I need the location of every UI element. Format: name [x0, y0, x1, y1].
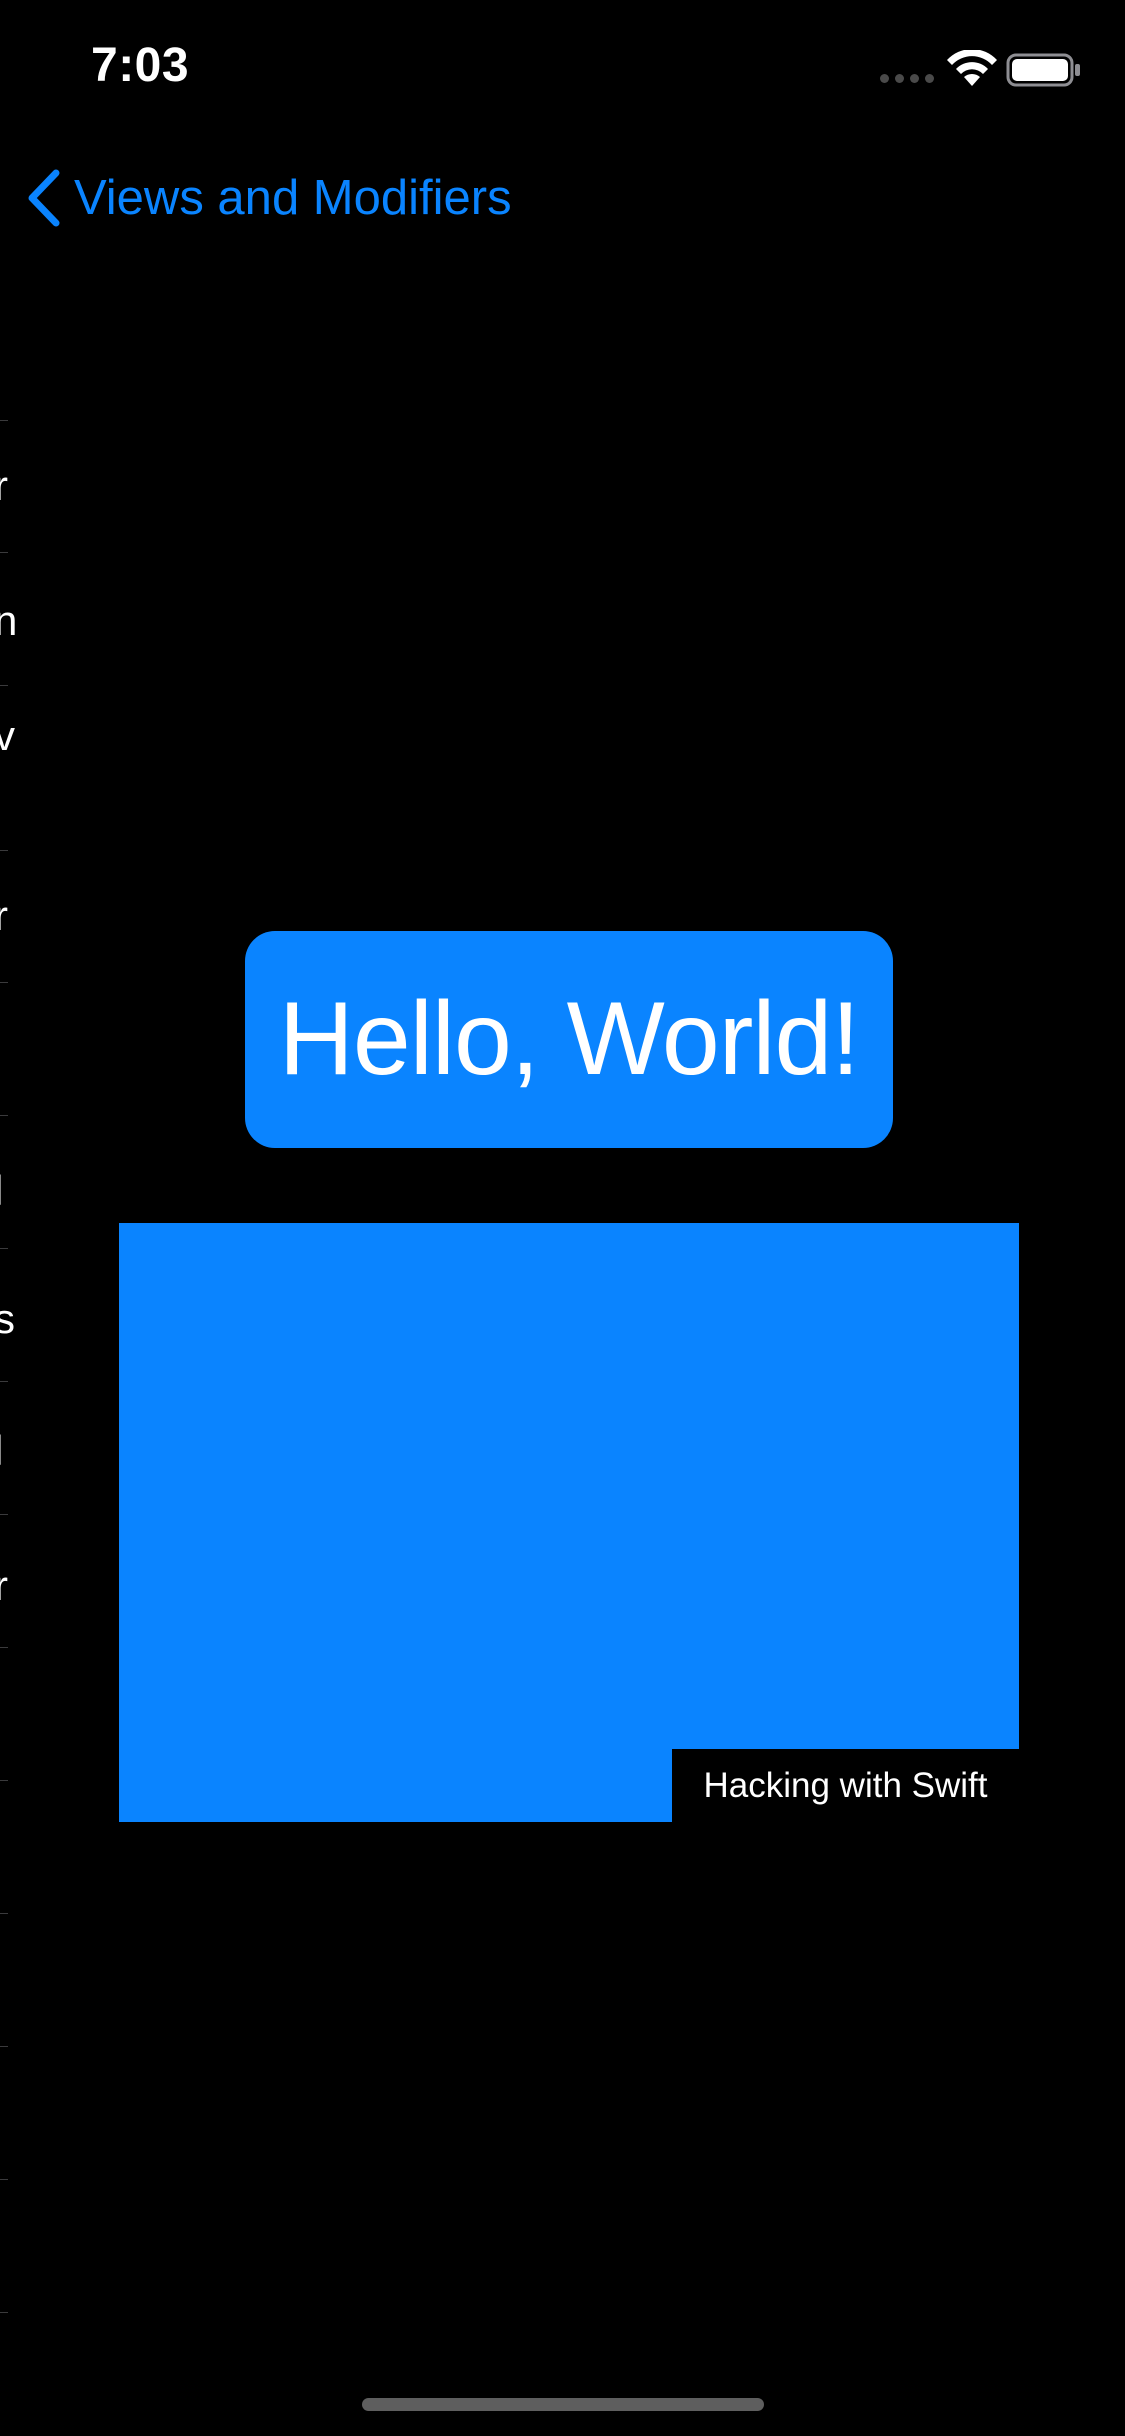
wifi-icon [947, 50, 997, 86]
list-item-fragment: l [0, 1170, 3, 1212]
list-item-fragment: l [0, 1430, 3, 1472]
cellular-signal-icon [880, 74, 934, 83]
status-time: 7:03 [91, 39, 190, 92]
list-item-fragment: s [0, 1295, 15, 1342]
list-item-fragment: v [0, 712, 15, 759]
back-button-label: Views and Modifiers [74, 171, 512, 225]
caption-text: Hacking with Swift [703, 1765, 988, 1805]
back-button[interactable]: Views and Modifiers [22, 166, 512, 230]
home-indicator[interactable] [362, 2398, 764, 2411]
caption-overlay: Hacking with Swift [672, 1749, 1019, 1822]
hello-world-text: Hello, World! [278, 981, 860, 1097]
blue-rectangle [119, 1223, 1019, 1822]
chevron-left-icon [28, 169, 60, 227]
background-list: r n v r l s l r [0, 0, 18, 2436]
list-item-fragment: r [0, 1562, 8, 1609]
list-item-fragment: r [0, 462, 8, 509]
list-item-fragment: n [0, 597, 18, 644]
hello-world-label-box: Hello, World! [245, 931, 893, 1148]
battery-icon [1006, 53, 1080, 87]
list-item-fragment: r [0, 892, 8, 939]
